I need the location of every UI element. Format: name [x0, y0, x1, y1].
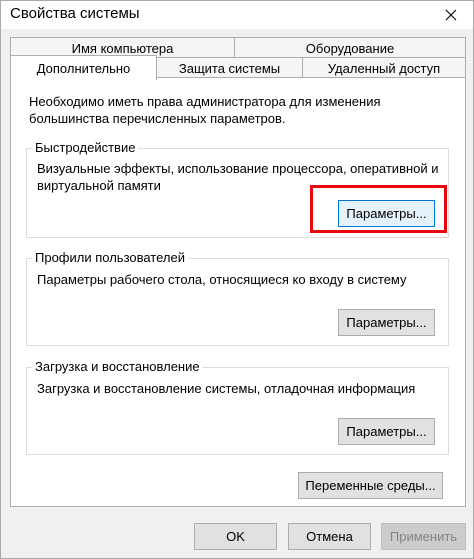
tab-label: Защита системы	[178, 61, 281, 76]
tab-label: Дополнительно	[36, 60, 131, 76]
performance-title: Быстродействие	[32, 140, 139, 156]
title-bar: Свойства системы	[1, 1, 473, 29]
window-title: Свойства системы	[10, 5, 140, 22]
tab-system-protection[interactable]: Защита системы	[156, 57, 303, 79]
advanced-tab-panel: Необходимо иметь права администратора дл…	[10, 77, 466, 507]
startup-recovery-group: Загрузка и восстановление Загрузка и вос…	[26, 359, 449, 455]
tab-hardware[interactable]: Оборудование	[234, 37, 466, 59]
environment-variables-button[interactable]: Переменные среды...	[298, 472, 443, 499]
system-properties-window: Свойства системы Имя компьютера Оборудов…	[0, 0, 474, 559]
button-label: Параметры...	[346, 315, 427, 330]
startup-recovery-title: Загрузка и восстановление	[32, 359, 203, 375]
cancel-button[interactable]: Отмена	[288, 523, 371, 550]
performance-group: Быстродействие Визуальные эффекты, испол…	[26, 140, 449, 238]
button-label: Переменные среды...	[305, 478, 436, 493]
user-profiles-title: Профили пользователей	[32, 250, 188, 266]
close-icon	[445, 9, 457, 21]
button-label: Применить	[389, 529, 458, 544]
button-label: Отмена	[306, 529, 353, 544]
button-label: Параметры...	[346, 424, 427, 439]
user-profiles-group: Профили пользователей Параметры рабочего…	[26, 250, 449, 346]
button-label: Параметры...	[346, 206, 427, 221]
tab-label: Удаленный доступ	[327, 61, 441, 76]
button-label: OK	[226, 529, 245, 544]
startup-recovery-description: Загрузка и восстановление системы, отлад…	[37, 381, 416, 396]
tab-label: Имя компьютера	[71, 41, 174, 56]
admin-notice: Необходимо иметь права администратора дл…	[29, 94, 381, 126]
apply-button[interactable]: Применить	[381, 523, 466, 550]
performance-settings-button[interactable]: Параметры...	[338, 200, 435, 227]
startup-recovery-settings-button[interactable]: Параметры...	[338, 418, 435, 445]
tab-advanced[interactable]: Дополнительно	[10, 55, 157, 80]
user-profiles-description: Параметры рабочего стола, относящиеся ко…	[37, 272, 407, 287]
tab-remote-access[interactable]: Удаленный доступ	[302, 57, 466, 79]
close-button[interactable]	[429, 1, 473, 29]
user-profiles-settings-button[interactable]: Параметры...	[338, 309, 435, 336]
ok-button[interactable]: OK	[194, 523, 277, 550]
performance-description: Визуальные эффекты, использование процес…	[37, 161, 439, 193]
tab-label: Оборудование	[305, 41, 395, 56]
